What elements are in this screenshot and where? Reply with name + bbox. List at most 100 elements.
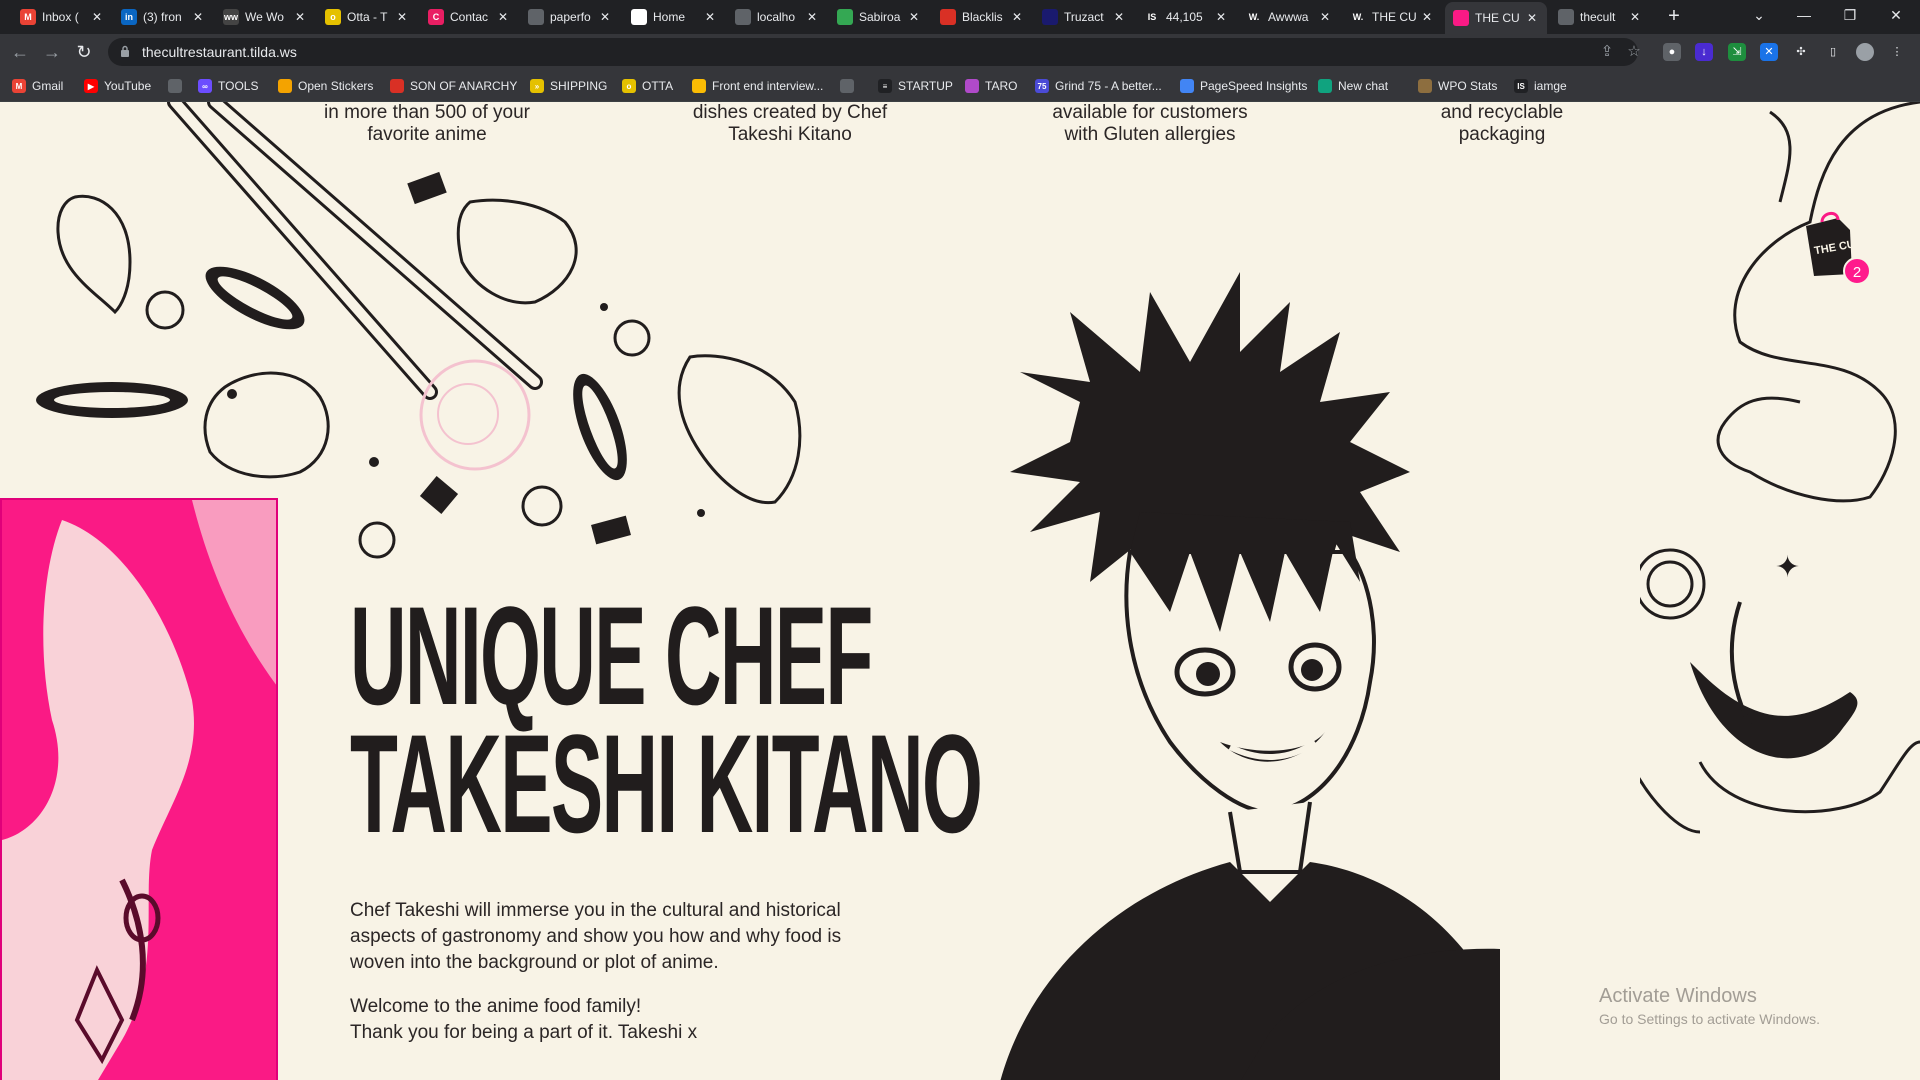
browser-tab[interactable]: Truzact ✕ <box>1034 4 1134 30</box>
is-icon: IS <box>1144 9 1160 25</box>
bookmark-item[interactable]: IS iamge <box>1514 77 1567 95</box>
bookmark-label: Open Stickers <box>298 79 374 93</box>
tab-title: Awwwa <box>1268 10 1309 24</box>
close-tab-icon[interactable]: ✕ <box>598 10 612 24</box>
extension-resize-icon[interactable]: ⇲ <box>1728 43 1746 61</box>
close-tab-icon[interactable]: ✕ <box>907 10 921 24</box>
sparkle-icon: ✦ <box>1775 551 1800 584</box>
linkedin-icon: in <box>121 9 137 25</box>
tab-title: Truzact <box>1064 10 1104 24</box>
activate-windows-subtitle: Go to Settings to activate Windows. <box>1599 1011 1820 1027</box>
close-tab-icon[interactable]: ✕ <box>1010 10 1024 24</box>
browser-tab[interactable]: Sabiroa ✕ <box>829 4 929 30</box>
contact-icon: C <box>428 9 444 25</box>
browser-tab[interactable]: localho ✕ <box>727 4 827 30</box>
browser-tab[interactable]: THE CU ✕ <box>1445 2 1547 34</box>
bookmark-item[interactable]: M Gmail <box>12 77 63 95</box>
bookmark-favicon-icon: ≡ <box>878 79 892 93</box>
bookmark-item[interactable]: Front end interview... <box>692 77 823 95</box>
bookmark-item[interactable]: 75 Grind 75 - A better... <box>1035 77 1162 95</box>
tab-title: localho <box>757 10 796 24</box>
globe-icon <box>1558 9 1574 25</box>
tab-search-icon[interactable]: ⌄ <box>1736 0 1782 30</box>
minimize-button[interactable]: — <box>1781 0 1827 30</box>
extension-cross-icon[interactable]: ✕ <box>1760 43 1778 61</box>
share-icon[interactable]: ⇪ <box>1598 43 1616 61</box>
browser-tab[interactable]: thecult ✕ <box>1550 4 1650 30</box>
browser-tab[interactable]: Blacklis ✕ <box>932 4 1032 30</box>
close-tab-icon[interactable]: ✕ <box>191 10 205 24</box>
profile-avatar[interactable] <box>1856 43 1874 61</box>
bookmark-favicon-icon <box>965 79 979 93</box>
bookmark-label: Gmail <box>32 79 64 93</box>
browser-tab[interactable]: paperfo ✕ <box>520 4 620 30</box>
bookmark-item[interactable]: ≡ STARTUP <box>878 77 953 95</box>
bookmark-item[interactable]: New chat <box>1318 77 1388 95</box>
bookmark-label: SHIPPING <box>550 79 608 93</box>
bookmark-item[interactable]: » SHIPPING <box>530 77 607 95</box>
close-tab-icon[interactable]: ✕ <box>1420 10 1434 24</box>
bookmark-star-icon[interactable]: ☆ <box>1625 43 1643 61</box>
bookmark-label: New chat <box>1338 79 1389 93</box>
bookmark-item[interactable]: ▶ YouTube <box>84 77 151 95</box>
bookmark-favicon-icon <box>278 79 292 93</box>
bookmark-label: TARO <box>985 79 1018 93</box>
bookmark-item[interactable]: TARO <box>965 77 1017 95</box>
bookmark-label: WPO Stats <box>1438 79 1498 93</box>
bookmark-item[interactable]: ∞ TOOLS <box>198 77 258 95</box>
browser-tab[interactable]: Home ✕ <box>623 4 725 30</box>
close-tab-icon[interactable]: ✕ <box>293 10 307 24</box>
close-window-button[interactable]: ✕ <box>1873 0 1919 30</box>
browser-tab[interactable]: C Contac ✕ <box>420 4 518 30</box>
address-bar[interactable]: thecultrestaurant.tilda.ws ⇪ ☆ <box>108 38 1641 66</box>
browser-tab[interactable]: in (3) fron ✕ <box>113 4 213 30</box>
close-tab-icon[interactable]: ✕ <box>805 10 819 24</box>
browser-tab[interactable]: ww We Wo ✕ <box>215 4 315 30</box>
browser-tab[interactable]: W. THE CU ✕ <box>1342 4 1442 30</box>
browser-tab[interactable]: M Inbox (✕ <box>12 4 112 30</box>
extensions-puzzle-icon[interactable]: ✣ <box>1792 43 1810 61</box>
close-tab-icon[interactable]: ✕ <box>1214 10 1228 24</box>
restore-button[interactable]: ❐ <box>1827 0 1873 30</box>
back-icon[interactable]: ← <box>8 40 32 64</box>
browser-tab[interactable]: W. Awwwa ✕ <box>1238 4 1340 30</box>
browser-tab[interactable]: o Otta - T ✕ <box>317 4 417 30</box>
extension-download-icon[interactable]: ↓ <box>1695 43 1713 61</box>
bookmark-item[interactable]: SON OF ANARCHY <box>390 77 517 95</box>
close-tab-icon[interactable]: ✕ <box>1112 10 1126 24</box>
close-tab-icon[interactable]: ✕ <box>395 10 409 24</box>
extension-drop-icon[interactable]: ● <box>1663 43 1681 61</box>
close-tab-icon[interactable]: ✕ <box>496 10 510 24</box>
bookmark-label: STARTUP <box>898 79 953 93</box>
close-tab-icon[interactable]: ✕ <box>1525 11 1539 25</box>
browser-tab[interactable]: IS 44,105 ✕ <box>1136 4 1236 30</box>
bookmark-favicon-icon: IS <box>1514 79 1528 93</box>
bookmark-item[interactable] <box>840 77 860 95</box>
bookmark-favicon-icon <box>390 79 404 93</box>
otta-icon: o <box>325 9 341 25</box>
bookmark-item[interactable]: PageSpeed Insights <box>1180 77 1307 95</box>
close-tab-icon[interactable]: ✕ <box>703 10 717 24</box>
side-panel-icon[interactable]: ▯ <box>1824 43 1842 61</box>
bookmark-item[interactable]: o OTTA <box>622 77 673 95</box>
url-text[interactable]: thecultrestaurant.tilda.ws <box>142 44 297 60</box>
cart-count-badge[interactable]: 2 <box>1843 257 1871 285</box>
bookmark-item[interactable]: Open Stickers <box>278 77 373 95</box>
reload-icon[interactable]: ↻ <box>72 40 96 64</box>
bookmark-favicon-icon: ▶ <box>84 79 98 93</box>
close-tab-icon[interactable]: ✕ <box>1628 10 1642 24</box>
tab-strip: M Inbox (✕ in (3) fron ✕ ww We Wo ✕ o Otta - T ✕ C C… <box>0 0 1920 34</box>
bookmark-item[interactable]: WPO Stats <box>1418 77 1497 95</box>
hero-paragraph: Chef Takeshi will immerse you in the cul… <box>350 900 842 973</box>
bookmark-item[interactable] <box>168 77 188 95</box>
close-tab-icon[interactable]: ✕ <box>90 10 104 24</box>
feature-caption-packaging: and recyclable packaging <box>1440 102 1564 145</box>
bookmark-favicon-icon: M <box>12 79 26 93</box>
bookmark-favicon-icon <box>692 79 706 93</box>
bookmark-favicon-icon <box>1318 79 1332 93</box>
bookmark-label: Grind 75 - A better... <box>1055 79 1162 93</box>
close-tab-icon[interactable]: ✕ <box>1318 10 1332 24</box>
new-tab-button[interactable]: + <box>1662 4 1686 28</box>
menu-kebab-icon[interactable]: ⋮ <box>1888 43 1906 61</box>
forward-icon[interactable]: → <box>40 40 64 64</box>
